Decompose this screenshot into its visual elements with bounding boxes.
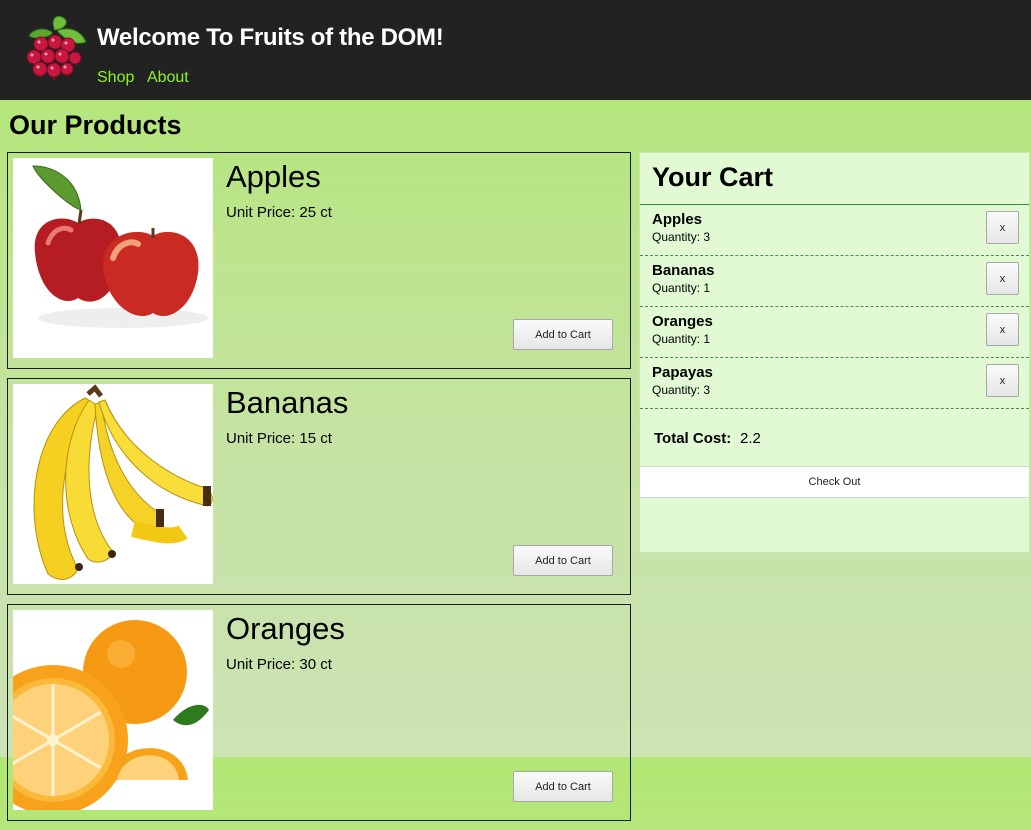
nav-link-about[interactable]: About [147,69,189,86]
product-card: Apples Unit Price: 25 ct Add to Cart [7,152,631,369]
product-price: Unit Price: 25 ct [226,204,332,221]
remove-item-button[interactable]: x [986,364,1019,397]
product-price: Unit Price: 30 ct [226,656,332,673]
apples-image [13,158,213,358]
add-to-cart-button[interactable]: Add to Cart [513,319,613,350]
main-nav: Shop About [97,69,198,87]
cart-item-quantity: Quantity: 1 [652,281,711,295]
remove-item-button[interactable]: x [986,262,1019,295]
bananas-image [13,384,213,584]
cart-item-quantity: Quantity: 1 [652,332,711,346]
product-card: Oranges Unit Price: 30 ct Add to Cart [7,604,631,821]
oranges-image [13,610,213,810]
add-to-cart-button[interactable]: Add to Cart [513,545,613,576]
checkout-button[interactable]: Check Out [640,466,1029,498]
cart-panel: Your Cart Apples Quantity: 3 x Bananas Q… [639,152,1030,553]
cart-item: Oranges Quantity: 1 x [640,307,1029,358]
cart-item-name: Bananas [652,262,715,279]
product-name: Apples [226,159,321,194]
total-cost-label: Total Cost: [654,430,732,447]
cart-item-quantity: Quantity: 3 [652,230,711,244]
cart-item: Bananas Quantity: 1 x [640,256,1029,307]
product-name: Bananas [226,385,349,420]
nav-link-shop[interactable]: Shop [97,69,134,86]
bananas-image-graphic [33,384,213,580]
remove-item-button[interactable]: x [986,211,1019,244]
oranges-image-graphic [13,620,209,810]
add-to-cart-button[interactable]: Add to Cart [513,771,613,802]
product-price: Unit Price: 15 ct [226,430,332,447]
site-header: Welcome To Fruits of the DOM! Shop About [0,0,1031,100]
apples-image-graphic [32,165,208,328]
product-name: Oranges [226,611,345,646]
product-card: Bananas Unit Price: 15 ct Add to Cart [7,378,631,595]
page-title: Our Products [9,110,182,140]
cart-item-name: Oranges [652,313,713,330]
cart-item-name: Apples [652,211,703,228]
cart-total: Total Cost: 2.2 [640,409,1029,466]
product-list: Apples Unit Price: 25 ct Add to Cart Ban… [7,152,631,830]
raspberry-logo-icon [26,15,87,80]
remove-item-button[interactable]: x [986,313,1019,346]
cart-item-quantity: Quantity: 3 [652,383,711,397]
cart-item-name: Papayas [652,364,713,381]
total-cost-value: 2.2 [740,430,761,447]
cart-title: Your Cart [640,153,1029,205]
cart-item: Papayas Quantity: 3 x [640,358,1029,409]
site-title: Welcome To Fruits of the DOM! [97,24,444,51]
cart-item: Apples Quantity: 3 x [640,205,1029,256]
